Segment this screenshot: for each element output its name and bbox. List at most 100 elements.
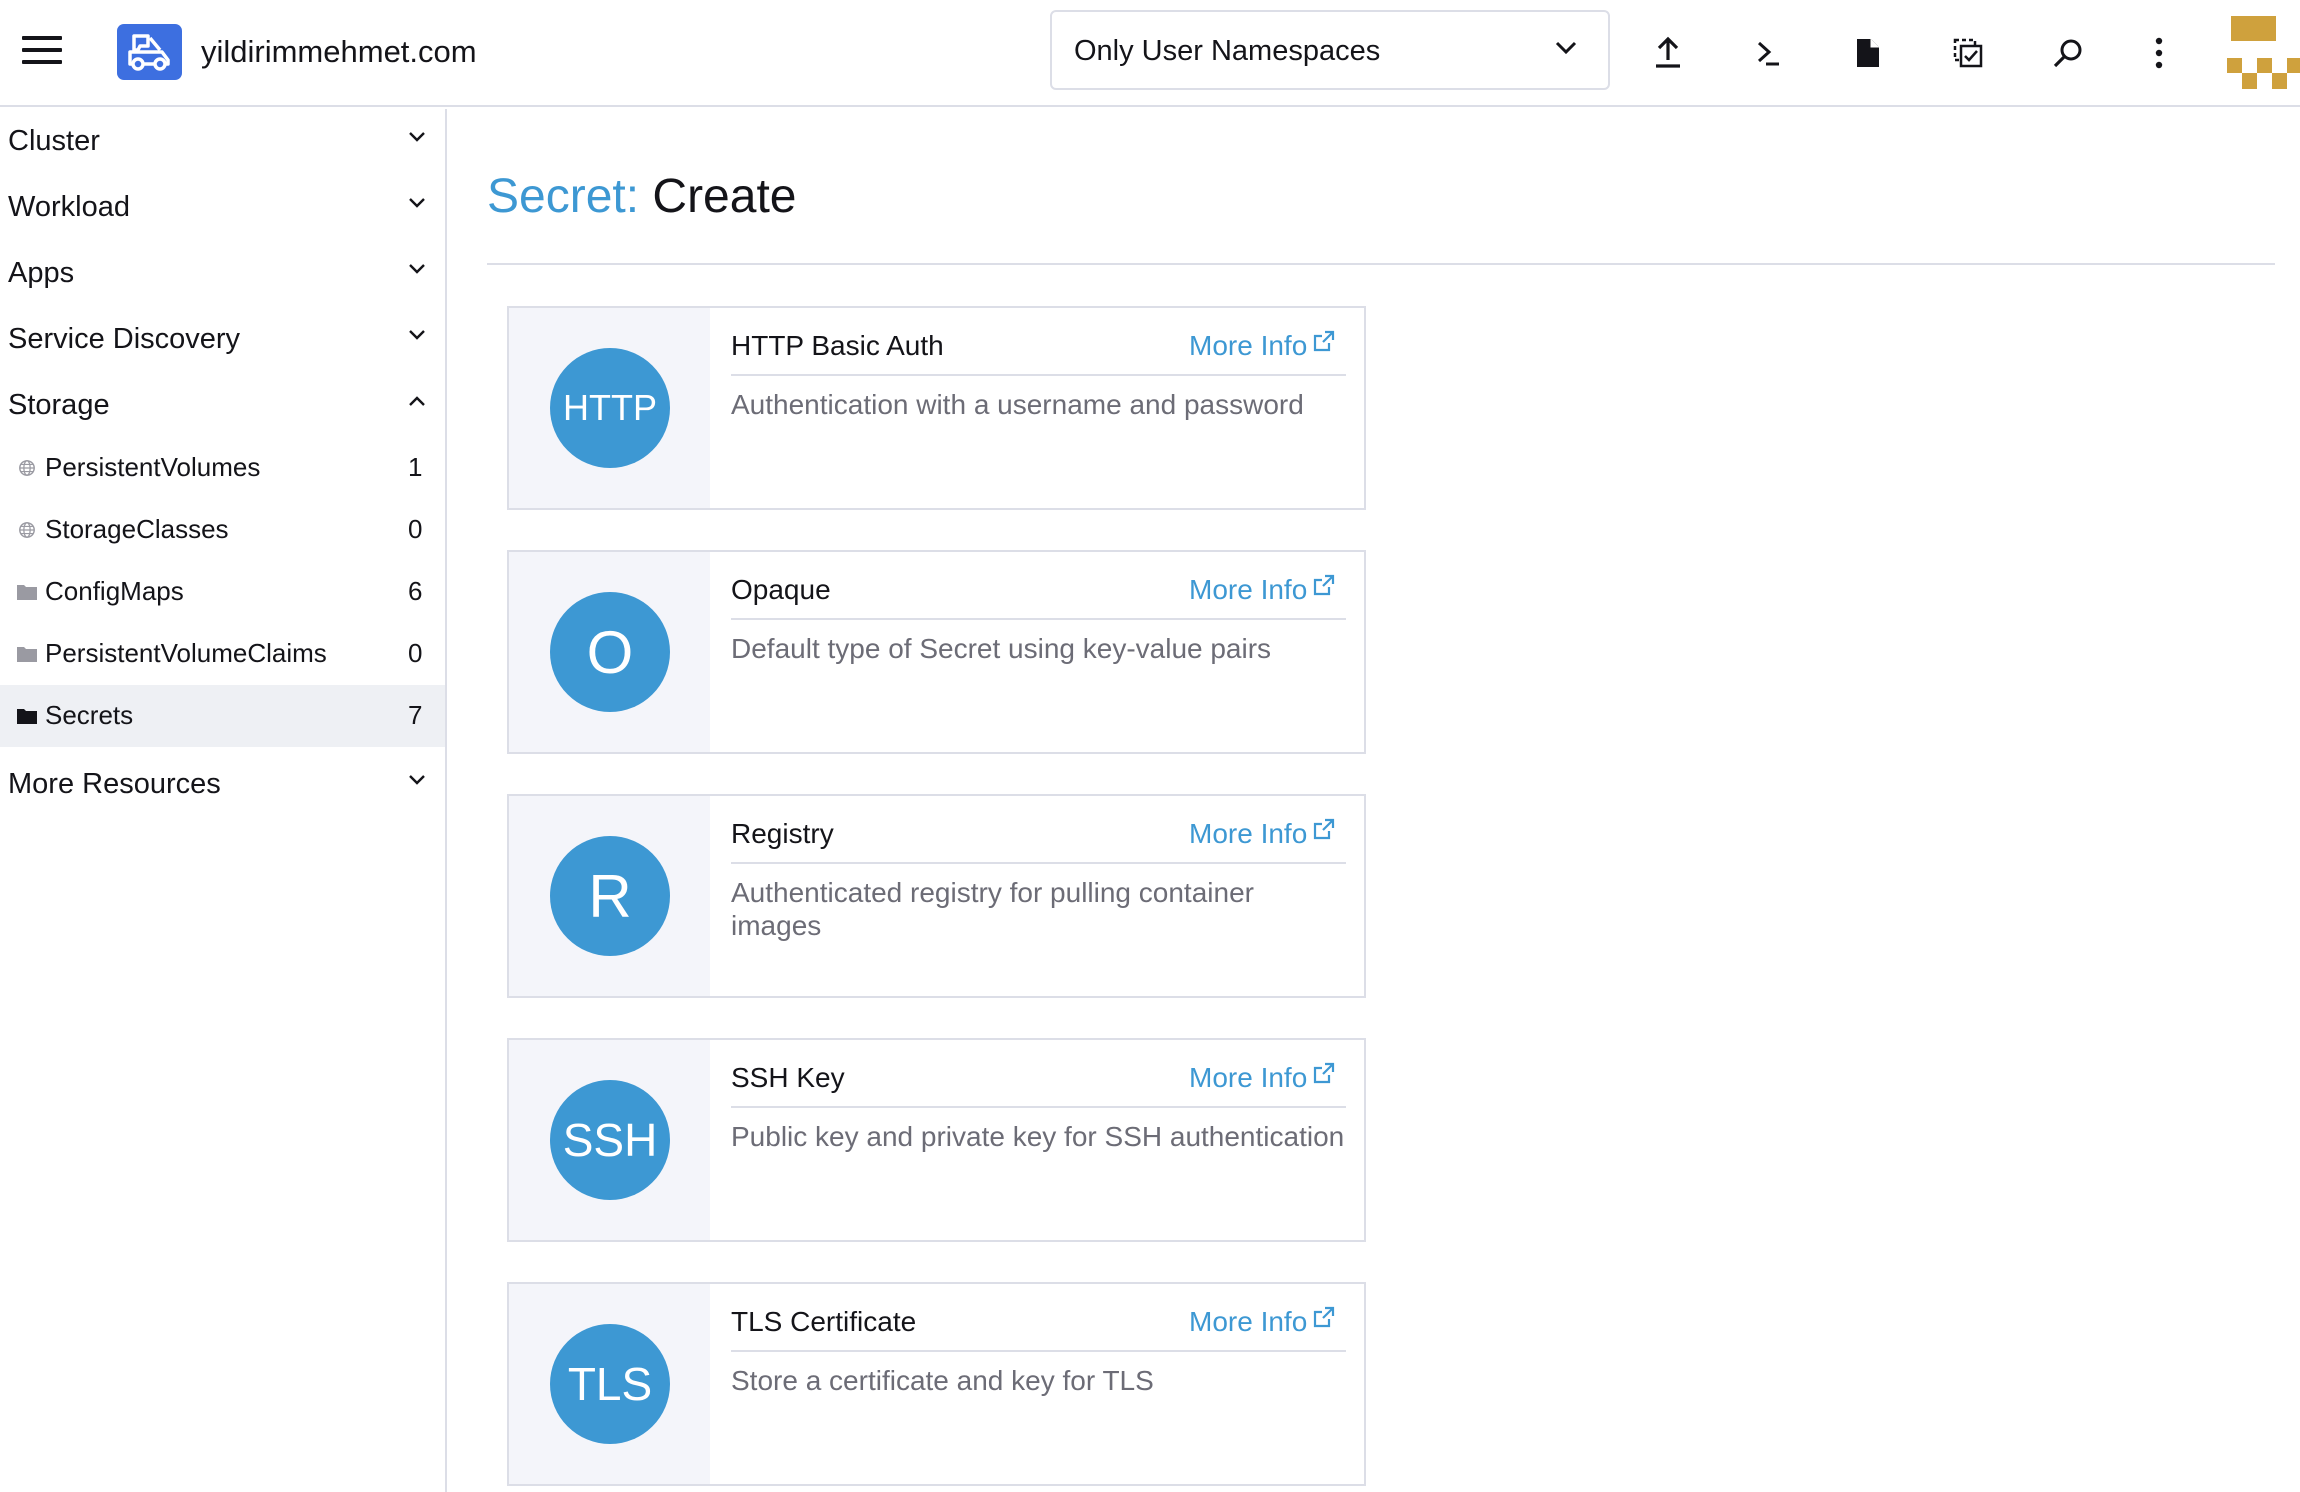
chevron-down-icon (1555, 41, 1577, 55)
kubectl-shell-button[interactable] (1743, 28, 1793, 78)
card-divider (731, 1106, 1346, 1108)
page-title: Secret: Create (487, 165, 796, 229)
secret-type-description: Store a certificate and key for TLS (731, 1365, 1154, 1396)
nav-group-label: Workload (8, 191, 130, 223)
nav-group-label: Apps (8, 257, 75, 289)
type-initials-badge: R (550, 836, 670, 956)
card-icon-panel: O (509, 552, 710, 752)
copy-kubeconfig-button[interactable] (1943, 28, 1993, 78)
card-divider (731, 1350, 1346, 1352)
more-info-label: More Info (1189, 1306, 1308, 1337)
more-info-label: More Info (1189, 574, 1308, 605)
card-icon-panel: R (509, 796, 710, 996)
sidebar-item-label: Secrets (45, 700, 134, 730)
cluster-name[interactable]: yildirimmehmet.com (201, 30, 477, 74)
chevron-down-icon (409, 775, 425, 785)
nav-group-label: Cluster (8, 125, 100, 157)
more-info-link[interactable]: More Info (1189, 814, 1335, 854)
chevron-down-icon (409, 132, 425, 142)
sidebar-item-label: StorageClasses (45, 514, 229, 544)
side-navigation: Cluster Workload Apps Service Discovery … (0, 109, 447, 1492)
sidebar-item-secrets[interactable]: Secrets 7 (0, 685, 445, 747)
external-link-icon (1314, 1306, 1335, 1328)
nav-group-more-resources[interactable]: More Resources (0, 752, 445, 812)
nav-group-label: More Resources (8, 768, 221, 800)
import-yaml-button[interactable] (1643, 28, 1693, 78)
card-icon-panel: SSH (509, 1040, 710, 1240)
page-title-resource[interactable]: Secret: (487, 170, 639, 223)
cluster-logo-icon[interactable] (117, 24, 182, 80)
more-actions-button[interactable] (2134, 28, 2184, 78)
type-initials-badge: TLS (550, 1324, 670, 1444)
external-link-icon (1314, 818, 1335, 840)
nav-group-label: Service Discovery (8, 323, 241, 355)
sidebar-item-persistentvolumes[interactable]: PersistentVolumes 1 (0, 437, 445, 499)
resource-count: 7 (408, 700, 423, 730)
secret-type-card-ssh-key[interactable]: SSH SSH Key More Info Public key and pri… (507, 1038, 1366, 1242)
nav-group-apps[interactable]: Apps (0, 241, 445, 301)
chevron-down-icon (409, 264, 425, 274)
more-info-link[interactable]: More Info (1189, 1302, 1335, 1342)
chevron-down-icon (409, 198, 425, 208)
type-initials-badge: O (550, 592, 670, 712)
external-link-icon (1314, 1062, 1335, 1084)
download-kubeconfig-button[interactable] (1843, 28, 1893, 78)
secret-type-name: Opaque (731, 574, 831, 605)
page-title-action: Create (652, 170, 797, 223)
more-info-label: More Info (1189, 1062, 1308, 1093)
namespace-filter-value: Only User Namespaces (1074, 35, 1381, 67)
resource-count: 6 (408, 576, 423, 606)
more-info-link[interactable]: More Info (1189, 570, 1335, 610)
chevron-down-icon (409, 330, 425, 340)
sidebar-item-label: PersistentVolumeClaims (45, 638, 327, 668)
globe-icon (19, 522, 35, 538)
nav-group-label: Storage (8, 389, 110, 421)
sidebar-item-label: ConfigMaps (45, 576, 184, 606)
copy-icon (1953, 38, 1983, 68)
nav-group-service-discovery[interactable]: Service Discovery (0, 307, 445, 367)
secret-type-name: Registry (731, 818, 834, 849)
secret-type-description: Default type of Secret using key-value p… (731, 633, 1272, 664)
search-icon (2053, 39, 2082, 68)
secret-type-name: TLS Certificate (731, 1306, 917, 1337)
card-icon-panel: TLS (509, 1284, 710, 1484)
external-link-icon (1314, 574, 1335, 596)
card-divider (731, 374, 1346, 376)
hamburger-menu-icon[interactable] (22, 36, 62, 68)
resource-count: 0 (408, 638, 423, 668)
chevron-up-icon (409, 396, 425, 406)
folder-icon (17, 647, 37, 662)
more-info-link[interactable]: More Info (1189, 1058, 1335, 1098)
card-divider (731, 862, 1346, 864)
secret-type-name: HTTP Basic Auth (731, 330, 944, 361)
secret-type-card-registry[interactable]: R Registry More Info Authenticated regis… (507, 794, 1366, 998)
secret-type-card-tls-certificate[interactable]: TLS TLS Certificate More Info Store a ce… (507, 1282, 1366, 1486)
secret-type-description: Public key and private key for SSH authe… (731, 1121, 1345, 1152)
top-header: yildirimmehmet.com Only User Namespaces (0, 0, 2300, 107)
resource-search-button[interactable] (2043, 28, 2093, 78)
type-initials-badge: HTTP (550, 348, 670, 468)
file-icon (1857, 39, 1879, 67)
nav-group-storage[interactable]: Storage (0, 373, 445, 433)
resource-count: 1 (408, 452, 423, 482)
nav-group-workload[interactable]: Workload (0, 175, 445, 235)
nav-group-cluster[interactable]: Cluster (0, 109, 445, 169)
title-divider (487, 263, 2275, 265)
sidebar-item-persistentvolumeclaims[interactable]: PersistentVolumeClaims 0 (0, 623, 445, 685)
secret-type-card-opaque[interactable]: O Opaque More Info Default type of Secre… (507, 550, 1366, 754)
more-info-label: More Info (1189, 818, 1308, 849)
more-info-link[interactable]: More Info (1189, 326, 1335, 366)
sidebar-item-label: PersistentVolumes (45, 452, 261, 482)
secret-type-card-http-basic-auth[interactable]: HTTP HTTP Basic Auth More Info Authentic… (507, 306, 1366, 510)
secret-type-description: Authenticated registry for pulling conta… (731, 877, 1254, 941)
upload-icon (1656, 36, 1680, 68)
globe-icon (19, 460, 35, 476)
resource-count: 0 (408, 514, 423, 544)
card-divider (731, 618, 1346, 620)
namespace-filter-select[interactable]: Only User Namespaces (1050, 10, 1610, 90)
secret-type-name: SSH Key (731, 1062, 845, 1093)
kebab-menu-icon (2155, 37, 2163, 69)
user-avatar[interactable] (2227, 16, 2300, 89)
sidebar-item-storageclasses[interactable]: StorageClasses 0 (0, 499, 445, 561)
sidebar-item-configmaps[interactable]: ConfigMaps 6 (0, 561, 445, 623)
